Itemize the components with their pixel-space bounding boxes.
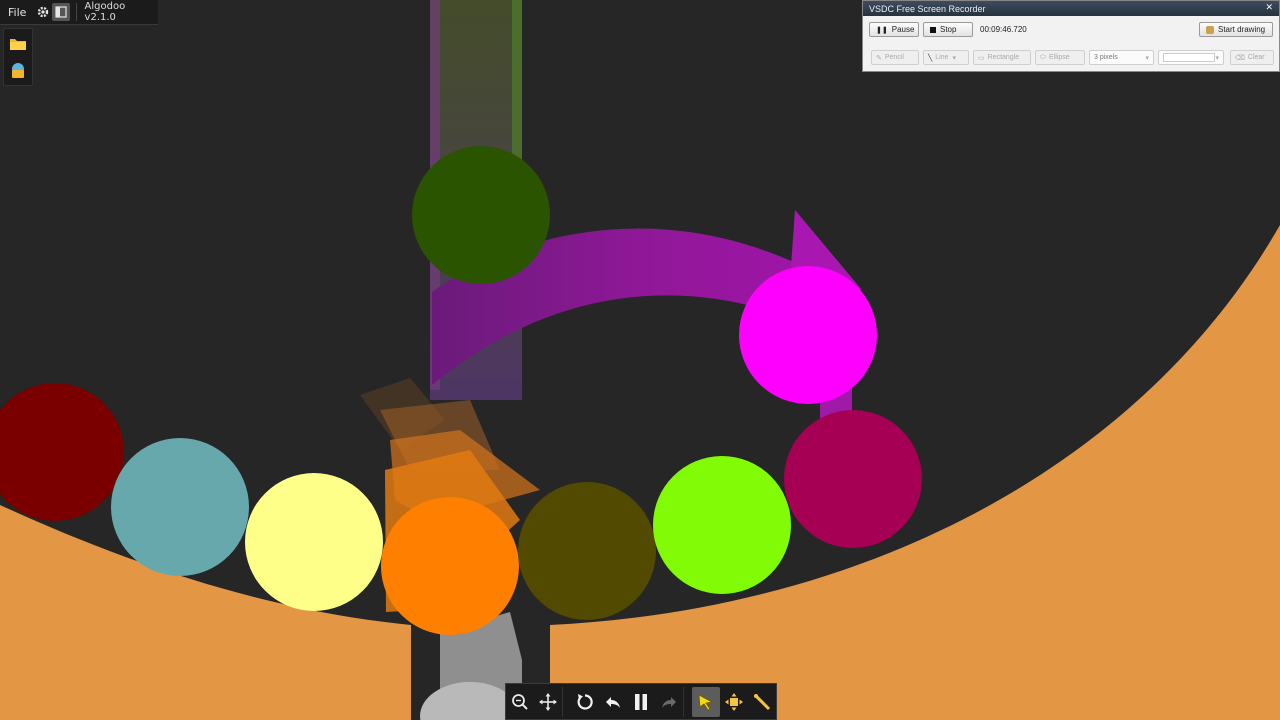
- algodoo-side-panel: [3, 28, 33, 86]
- screen-recorder-window: VSDC Free Screen Recorder ✕ ❚❚ Pause Sto…: [862, 0, 1280, 72]
- line-tool[interactable]: ╲ Line ▾: [923, 50, 969, 65]
- gear-icon[interactable]: [34, 3, 52, 21]
- app-title: Algodoo v2.1.0: [84, 1, 126, 23]
- rectangle-tool[interactable]: ▭ Rectangle: [973, 50, 1031, 65]
- drawing-tools: ✎ Pencil ╲ Line ▾ ▭ Rectangle ⬭ Ellipse …: [869, 50, 1274, 66]
- stop-icon: [930, 26, 936, 33]
- pencil-label: Pencil: [884, 54, 904, 61]
- simulation-canvas[interactable]: [0, 0, 1280, 720]
- pencil-icon: ✎: [876, 54, 882, 62]
- zoom-icon[interactable]: [506, 687, 534, 717]
- ellipse-label: Ellipse: [1048, 54, 1070, 61]
- line-label: Line: [935, 54, 949, 61]
- layout-toggle-icon[interactable]: [52, 3, 70, 21]
- elapsed-time: 00:09:46.720: [980, 25, 1027, 34]
- ball-crimson[interactable]: [784, 410, 922, 548]
- algodoo-menu-bar: File Algodoo v2.1.0: [0, 0, 158, 25]
- line-width-select[interactable]: 3 pixels ▾: [1089, 50, 1154, 65]
- clear-button[interactable]: ⌫ Clear: [1230, 50, 1274, 65]
- bottom-toolbar: [505, 683, 777, 720]
- chevron-down-icon: ▾: [952, 54, 956, 62]
- pause-button[interactable]: ❚❚ Pause: [869, 22, 919, 37]
- drag-tool-icon[interactable]: [692, 686, 720, 717]
- start-drawing-label: Start drawing: [1218, 25, 1266, 34]
- color-select[interactable]: ▾: [1158, 50, 1224, 65]
- chute-edge-right: [512, 0, 522, 160]
- eraser-icon: ⌫: [1235, 54, 1245, 62]
- move-icon[interactable]: [534, 687, 562, 717]
- ellipse-icon: ⬭: [1040, 53, 1046, 61]
- brush-icon: [1206, 25, 1214, 34]
- ball-magenta[interactable]: [739, 266, 877, 404]
- file-menu[interactable]: File: [0, 6, 34, 19]
- undo-icon[interactable]: [599, 687, 627, 717]
- ball-lightyellow[interactable]: [245, 473, 383, 611]
- chevron-down-icon: ▾: [1145, 54, 1149, 62]
- ball-darkgreen[interactable]: [412, 146, 550, 284]
- scene-bucket-icon[interactable]: [4, 57, 32, 85]
- stop-button[interactable]: Stop: [923, 22, 973, 37]
- reset-icon[interactable]: [571, 687, 599, 717]
- recorder-title: VSDC Free Screen Recorder: [869, 3, 986, 14]
- pause-label: Pause: [891, 25, 915, 34]
- close-icon[interactable]: ✕: [1265, 2, 1273, 13]
- ruler-tool-icon[interactable]: [748, 687, 776, 717]
- stop-label: Stop: [940, 25, 957, 34]
- ball-orange[interactable]: [381, 497, 519, 635]
- rectangle-label: Rectangle: [987, 54, 1020, 61]
- pause-icon[interactable]: [627, 687, 655, 717]
- move-tool-icon[interactable]: [720, 687, 748, 717]
- ball-olive[interactable]: [518, 482, 656, 620]
- recorder-controls: ❚❚ Pause Stop 00:09:46.720 Start drawing: [869, 22, 1273, 38]
- recorder-titlebar: VSDC Free Screen Recorder ✕: [863, 1, 1279, 16]
- color-swatch: [1163, 53, 1215, 62]
- toolbar-divider: [562, 686, 571, 717]
- clear-label: Clear: [1247, 54, 1265, 61]
- line-icon: ╲: [928, 54, 933, 62]
- redo-icon[interactable]: [655, 687, 683, 717]
- chevron-down-icon: ▾: [1215, 54, 1219, 62]
- pencil-tool[interactable]: ✎ Pencil: [871, 50, 919, 65]
- ball-teal[interactable]: [111, 438, 249, 576]
- toolbar-divider: [683, 686, 692, 717]
- folder-icon[interactable]: [4, 29, 32, 57]
- ball-darkred[interactable]: [0, 383, 124, 521]
- line-width-value: 3 pixels: [1094, 54, 1118, 61]
- menu-divider: [75, 3, 77, 21]
- ball-lime[interactable]: [653, 456, 791, 594]
- pause-icon: ❚❚: [876, 26, 888, 34]
- ellipse-tool[interactable]: ⬭ Ellipse: [1035, 50, 1085, 65]
- start-drawing-button[interactable]: Start drawing: [1199, 22, 1273, 37]
- rectangle-icon: ▭: [978, 54, 985, 62]
